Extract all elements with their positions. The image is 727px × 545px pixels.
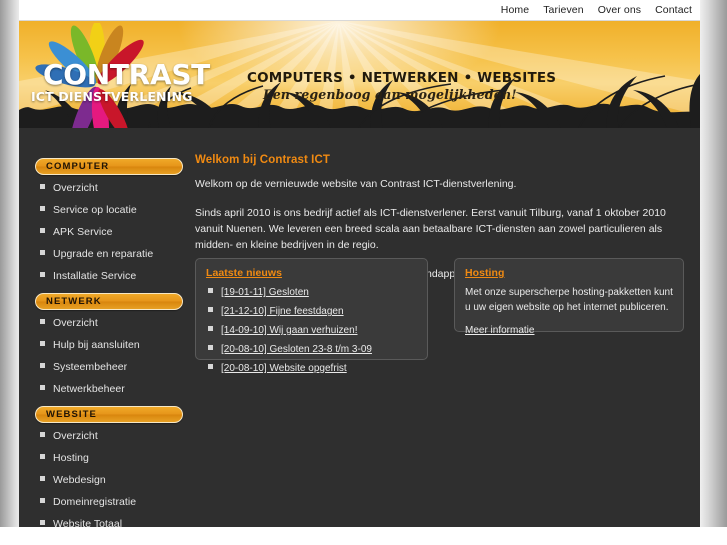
sidebar-item-netwerk-overzicht[interactable]: Overzicht: [35, 316, 183, 329]
sidebar-item-computer-apk-service[interactable]: APK Service: [35, 225, 183, 238]
sidebar-link-label[interactable]: Domeinregistratie: [53, 496, 136, 508]
bullet-square-icon: [208, 288, 213, 293]
news-item-link[interactable]: [21-12-10] Fijne feestdagen: [221, 306, 344, 317]
sidebar-item-website-website-totaal[interactable]: Website Totaal: [35, 517, 183, 527]
news-item-link[interactable]: [19-01-11] Gesloten: [221, 287, 309, 298]
sidebar-item-website-hosting[interactable]: Hosting: [35, 451, 183, 464]
sidebar-header-computer[interactable]: COMPUTER: [35, 158, 183, 175]
news-item-link[interactable]: [14-09-10] Wij gaan verhuizen!: [221, 325, 358, 336]
bullet-square-icon: [208, 345, 213, 350]
nav-over-ons[interactable]: Over ons: [598, 4, 641, 16]
nav-tarieven[interactable]: Tarieven: [543, 4, 584, 16]
sidebar-header-website-label: WEBSITE: [46, 409, 97, 420]
sidebar-link-label[interactable]: Upgrade en reparatie: [53, 248, 153, 260]
sidebar: COMPUTER Overzicht Service op locatie AP…: [35, 158, 183, 527]
intro-paragraph-2: Sinds april 2010 is ons bedrijf actief a…: [195, 207, 666, 251]
sidebar-header-netwerk[interactable]: NETWERK: [35, 293, 183, 310]
sidebar-block-computer: COMPUTER Overzicht Service op locatie AP…: [35, 158, 183, 282]
sidebar-item-website-webdesign[interactable]: Webdesign: [35, 473, 183, 486]
sidebar-item-netwerk-hulp-bij-aansluiten[interactable]: Hulp bij aansluiten: [35, 338, 183, 351]
bullet-square-icon: [40, 498, 45, 503]
sidebar-item-computer-overzicht[interactable]: Overzicht: [35, 181, 183, 194]
bullet-square-icon: [40, 476, 45, 481]
sidebar-item-computer-upgrade-en-reparatie[interactable]: Upgrade en reparatie: [35, 247, 183, 260]
site-container: Home Tarieven Over ons Contact CONTRAST …: [19, 0, 700, 527]
news-item[interactable]: [14-09-10] Wij gaan verhuizen!: [206, 323, 417, 337]
top-bar: Home Tarieven Over ons Contact: [19, 0, 700, 21]
sidebar-header-website[interactable]: WEBSITE: [35, 406, 183, 423]
sidebar-link-label[interactable]: Website Totaal: [53, 518, 122, 528]
nav-home[interactable]: Home: [501, 4, 529, 16]
sidebar-block-website: WEBSITE Overzicht Hosting Webdesign Dome…: [35, 406, 183, 527]
sidebar-link-label[interactable]: Installatie Service: [53, 270, 136, 282]
sidebar-link-label[interactable]: Service op locatie: [53, 204, 137, 216]
hosting-more-info-link[interactable]: Meer informatie: [465, 325, 534, 336]
banner-slogan: COMPUTERS • NETWERKEN • WEBSITES Een reg…: [247, 71, 567, 104]
bullet-square-icon: [40, 520, 45, 525]
bullet-square-icon: [40, 272, 45, 277]
sidebar-link-label[interactable]: Overzicht: [53, 317, 98, 329]
sidebar-item-computer-installatie-service[interactable]: Installatie Service: [35, 269, 183, 282]
bullet-square-icon: [40, 206, 45, 211]
hosting-description: Met onze superscherpe hosting-pakketten …: [465, 287, 673, 313]
hosting-title-link[interactable]: Hosting: [465, 267, 673, 279]
bullet-square-icon: [40, 385, 45, 390]
site-banner: CONTRAST ICT DIENSTVERLENING COMPUTERS •…: [19, 21, 700, 128]
bullet-square-icon: [40, 341, 45, 346]
page-bottom-strip: [0, 527, 727, 545]
banner-slogan-main: COMPUTERS • NETWERKEN • WEBSITES: [247, 70, 557, 86]
bullet-square-icon: [40, 228, 45, 233]
news-item-link[interactable]: [20-08-10] Website opgefrist: [221, 363, 347, 374]
sidebar-list-website: Overzicht Hosting Webdesign Domeinregist…: [35, 429, 183, 527]
bullet-square-icon: [40, 363, 45, 368]
sidebar-item-website-overzicht[interactable]: Overzicht: [35, 429, 183, 442]
sidebar-link-label[interactable]: Hosting: [53, 452, 89, 464]
page-root: Home Tarieven Over ons Contact CONTRAST …: [0, 0, 727, 545]
bullet-square-icon: [208, 326, 213, 331]
sidebar-header-netwerk-label: NETWERK: [46, 296, 102, 307]
content-area: COMPUTER Overzicht Service op locatie AP…: [19, 128, 700, 527]
sidebar-link-label[interactable]: Webdesign: [53, 474, 106, 486]
hosting-promo-box: Hosting Met onze superscherpe hosting-pa…: [454, 258, 684, 336]
sidebar-item-netwerk-netwerkbeheer[interactable]: Netwerkbeheer: [35, 382, 183, 395]
news-item[interactable]: [20-08-10] Gesloten 23-8 t/m 3-09: [206, 342, 417, 356]
sidebar-link-label[interactable]: Netwerkbeheer: [53, 383, 125, 395]
sidebar-item-website-domeinregistratie[interactable]: Domeinregistratie: [35, 495, 183, 508]
page-gutter-left: [0, 0, 20, 527]
news-item[interactable]: [21-12-10] Fijne feestdagen: [206, 304, 417, 318]
nav-contact[interactable]: Contact: [655, 4, 692, 16]
bullet-square-icon: [208, 307, 213, 312]
sidebar-list-computer: Overzicht Service op locatie APK Service: [35, 181, 183, 282]
sidebar-list-netwerk: Overzicht Hulp bij aansluiten Systeembeh…: [35, 316, 183, 395]
rainbow-flower-logo-icon: [35, 23, 144, 128]
sidebar-item-netwerk-systeembeheer[interactable]: Systeembeheer: [35, 360, 183, 373]
latest-news-box: Laatste nieuws [19-01-11] Gesloten [21-1…: [195, 258, 428, 374]
banner-slogan-sub: Een regenboog aan mogelijkheden!: [263, 87, 517, 102]
bullet-square-icon: [40, 432, 45, 437]
sidebar-link-label[interactable]: APK Service: [53, 226, 113, 238]
primary-navigation[interactable]: Home Tarieven Over ons Contact: [501, 0, 692, 20]
sidebar-link-label[interactable]: Overzicht: [53, 182, 98, 194]
sidebar-link-label[interactable]: Hulp bij aansluiten: [53, 339, 140, 351]
news-item[interactable]: [19-01-11] Gesloten: [206, 285, 417, 299]
page-gutter-right: [700, 0, 727, 527]
bullet-square-icon: [208, 364, 213, 369]
news-item-link[interactable]: [20-08-10] Gesloten 23-8 t/m 3-09: [221, 344, 372, 355]
bullet-square-icon: [40, 184, 45, 189]
info-boxes: Laatste nieuws [19-01-11] Gesloten [21-1…: [195, 258, 687, 374]
sidebar-block-netwerk: NETWERK Overzicht Hulp bij aansluiten Sy…: [35, 293, 183, 395]
bullet-square-icon: [40, 250, 45, 255]
page-title: Welkom bij Contrast ICT: [195, 154, 330, 166]
sidebar-link-label[interactable]: Systeembeheer: [53, 361, 127, 373]
latest-news-list: [19-01-11] Gesloten [21-12-10] Fijne fee…: [206, 285, 417, 375]
latest-news-title-link[interactable]: Laatste nieuws: [206, 267, 417, 279]
sidebar-link-label[interactable]: Overzicht: [53, 430, 98, 442]
news-item[interactable]: [20-08-10] Website opgefrist: [206, 361, 417, 375]
sidebar-header-computer-label: COMPUTER: [46, 161, 110, 172]
sidebar-item-computer-service-op-locatie[interactable]: Service op locatie: [35, 203, 183, 216]
site-logo[interactable]: CONTRAST ICT DIENSTVERLENING: [25, 23, 210, 128]
bullet-square-icon: [40, 319, 45, 324]
bullet-square-icon: [40, 454, 45, 459]
intro-paragraph-1: Welkom op de vernieuwde website van Cont…: [195, 178, 517, 190]
